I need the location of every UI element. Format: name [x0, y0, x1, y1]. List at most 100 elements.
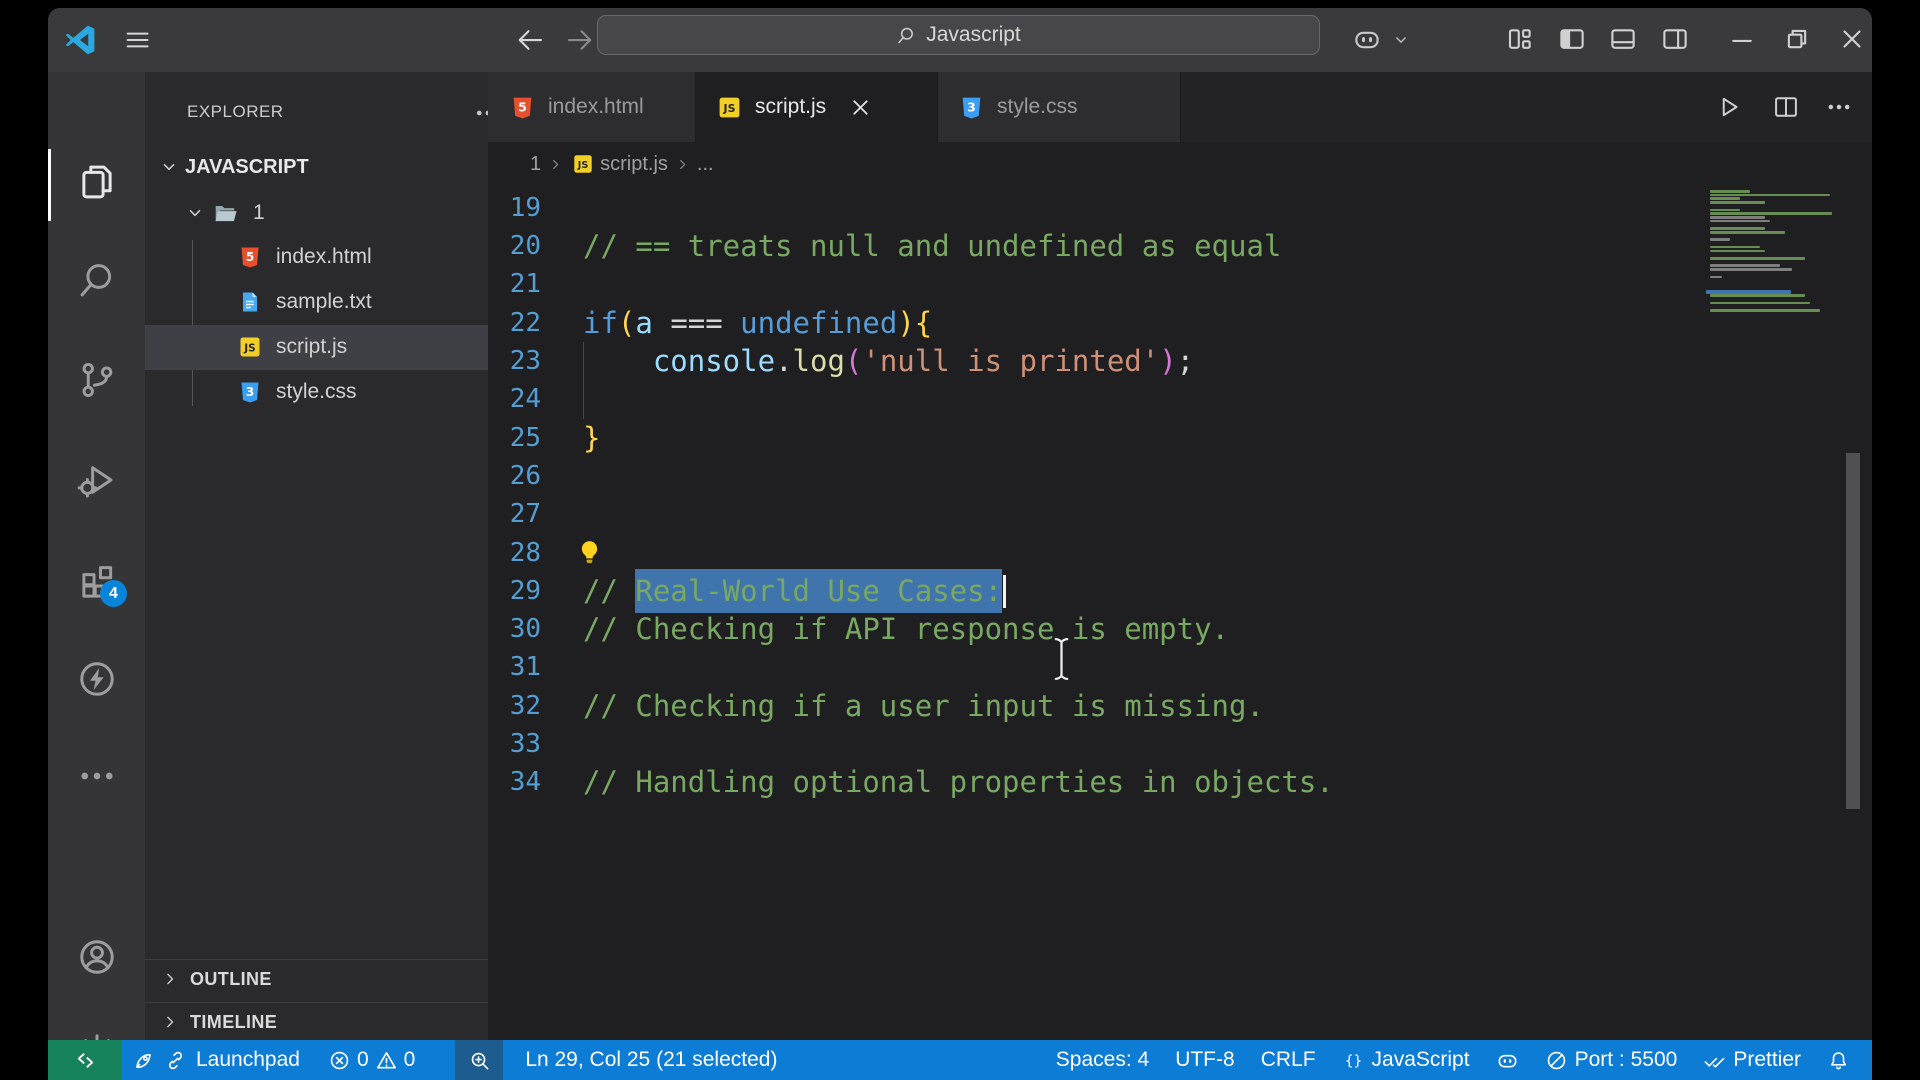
minimap-line — [1710, 216, 1765, 219]
code-line-28: 28 — [488, 534, 1872, 573]
toggle-panel-icon[interactable] — [1608, 24, 1638, 54]
warning-icon — [375, 1049, 398, 1072]
minimap-line — [1710, 209, 1740, 212]
minimap-line — [1710, 309, 1820, 312]
back-icon[interactable] — [516, 25, 546, 55]
code-text[interactable]: if(a === undefined){ — [583, 304, 932, 342]
minimize-icon[interactable] — [1727, 24, 1757, 54]
chevron-right-icon — [547, 156, 564, 173]
cursor-position[interactable]: Ln 29, Col 25 (21 selected) — [525, 1040, 777, 1080]
indent-guide — [583, 380, 584, 419]
activity-run-and-debug[interactable] — [48, 457, 145, 503]
line-number: 21 — [488, 265, 541, 303]
status-label: Spaces: 4 — [1056, 1048, 1149, 1072]
minimap-line — [1710, 264, 1780, 267]
activity-search[interactable] — [48, 257, 145, 303]
breadcrumb-file[interactable]: script.js — [600, 153, 668, 176]
minimap-line — [1710, 231, 1785, 234]
restore-icon[interactable] — [1782, 24, 1812, 54]
status-notifications[interactable] — [1814, 1040, 1872, 1080]
code-token: undefined — [740, 306, 897, 340]
code-token: console — [653, 344, 775, 378]
chevron-down-icon[interactable] — [1390, 30, 1412, 50]
code-text[interactable]: // Handling optional properties in objec… — [583, 763, 1334, 801]
minimap[interactable] — [1700, 186, 1832, 706]
folder-icon — [211, 200, 241, 226]
breadcrumb-folder[interactable]: 1 — [530, 153, 541, 176]
timeline-section[interactable]: TIMELINE — [145, 1002, 488, 1041]
activity-explorer[interactable] — [48, 159, 145, 205]
code-token: // — [583, 574, 635, 608]
file-item-sample.txt[interactable]: sample.txt — [145, 280, 488, 325]
customize-layout-icon[interactable] — [1505, 24, 1535, 54]
status-encoding[interactable]: UTF-8 — [1162, 1040, 1248, 1080]
minimap-line — [1710, 212, 1832, 215]
chevron-right-icon — [160, 1012, 180, 1032]
status-live-server-port[interactable]: Port : 5500 — [1532, 1040, 1691, 1080]
command-center-search[interactable]: Javascript — [597, 15, 1320, 55]
status-eol[interactable]: CRLF — [1248, 1040, 1329, 1080]
activity-extensions[interactable]: 4 — [48, 556, 145, 602]
breadcrumb-symbol[interactable]: ... — [697, 153, 714, 176]
slash-icon — [1545, 1049, 1568, 1072]
tab-script.js[interactable]: JS script.js — [695, 72, 938, 142]
activity-thunder[interactable] — [48, 656, 145, 702]
file-item-script.js[interactable]: JS script.js — [145, 325, 488, 370]
minimap-line — [1710, 276, 1722, 279]
menu-icon[interactable] — [120, 26, 154, 54]
copilot-icon[interactable] — [1350, 24, 1384, 54]
code-editor[interactable]: 18// === > Strict Comparison1920// == tr… — [488, 186, 1872, 1040]
code-text[interactable]: console.log('null is printed'); — [583, 342, 1194, 380]
minimap-line — [1710, 238, 1730, 241]
workspace-root[interactable]: JAVASCRIPT — [145, 148, 488, 186]
forward-icon[interactable] — [564, 25, 594, 55]
run-file-icon[interactable] — [1715, 93, 1743, 121]
code-text[interactable]: } — [583, 419, 600, 457]
line-number: 31 — [488, 648, 541, 686]
tab-label: script.js — [755, 95, 826, 119]
split-editor-icon[interactable] — [1772, 93, 1800, 121]
code-line-23: 23 console.log('null is printed'); — [488, 342, 1872, 381]
toggle-secondary-sidebar-icon[interactable] — [1660, 24, 1690, 54]
status-copilot-status[interactable] — [1483, 1040, 1532, 1080]
outline-section[interactable]: OUTLINE — [145, 959, 488, 998]
status-indentation[interactable]: Spaces: 4 — [1043, 1040, 1162, 1080]
svg-text:3: 3 — [246, 385, 254, 399]
file-item-style.css[interactable]: 3style.css — [145, 370, 488, 415]
file-item-index.html[interactable]: 5index.html — [145, 235, 488, 280]
scrollbar[interactable] — [1846, 453, 1860, 809]
lightbulb-icon[interactable] — [574, 537, 605, 568]
zoom-indicator[interactable] — [455, 1040, 503, 1080]
close-icon[interactable] — [1837, 24, 1867, 54]
line-number: 27 — [488, 495, 541, 533]
file-name: sample.txt — [276, 290, 372, 314]
status-language-mode[interactable]: {}JavaScript — [1329, 1040, 1483, 1080]
code-text[interactable]: // Checking if API response is empty. — [583, 610, 1229, 648]
status-prettier[interactable]: Prettier — [1690, 1040, 1814, 1080]
editor-more-actions-icon[interactable] — [1825, 93, 1853, 121]
tab-close-icon[interactable] — [848, 94, 873, 121]
launchpad-button[interactable]: Launchpad — [132, 1040, 300, 1080]
remote-indicator[interactable] — [48, 1040, 122, 1080]
svg-text:JS: JS — [723, 102, 736, 115]
activity-source-control[interactable] — [48, 357, 145, 403]
file-name: script.js — [276, 335, 347, 359]
js-icon: JS — [238, 334, 262, 360]
tab-style.css[interactable]: 3style.css — [937, 72, 1181, 142]
code-token: . — [775, 344, 792, 378]
line-number: 30 — [488, 610, 541, 648]
code-text[interactable]: // Real-World Use Cases: — [583, 572, 1006, 610]
folder-item[interactable]: 1 — [145, 192, 488, 234]
svg-text:5: 5 — [246, 250, 254, 264]
problems-button[interactable]: 0 0 — [328, 1040, 415, 1080]
activity-accounts[interactable] — [48, 934, 145, 980]
editor-group: 3style.cssJS script.js5index.html 1 JS sc… — [488, 72, 1872, 1040]
code-line-25: 25} — [488, 419, 1872, 458]
toggle-sidebar-icon[interactable] — [1557, 24, 1587, 54]
explorer-sidebar: EXPLORER JAVASCRIPT 1 5index.htmlsample.… — [145, 72, 488, 1040]
tab-index.html[interactable]: 5index.html — [488, 72, 696, 142]
code-text[interactable]: // Checking if a user input is missing. — [583, 687, 1264, 725]
code-text[interactable]: // == treats null and undefined as equal — [583, 227, 1281, 265]
activity-more-actions[interactable] — [48, 753, 145, 799]
files-icon — [76, 161, 118, 203]
